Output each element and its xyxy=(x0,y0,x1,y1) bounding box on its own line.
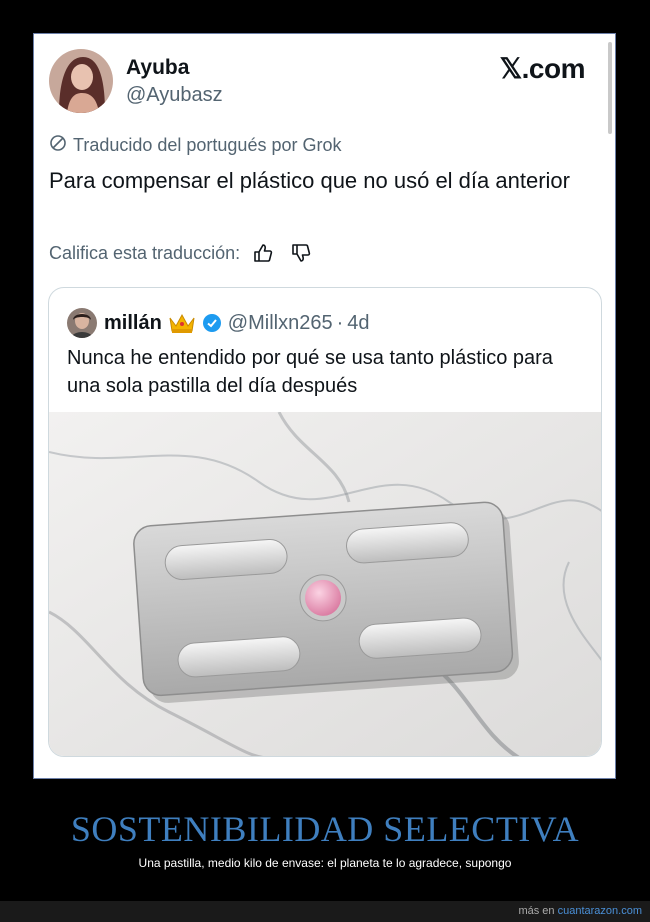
quoted-avatar[interactable] xyxy=(67,308,97,338)
x-logo: 𝕏.com xyxy=(499,53,586,84)
author-handle[interactable]: @Ayubasz xyxy=(126,84,223,107)
thumbs-down-icon[interactable] xyxy=(290,242,312,264)
footer-bar: más en cuantarazon.com xyxy=(0,901,650,922)
author-name[interactable]: Ayuba xyxy=(126,56,189,80)
rate-translation: Califica esta traducción: xyxy=(49,242,312,264)
thumbs-up-icon[interactable] xyxy=(252,242,274,264)
quoted-text: Nunca he entendido por qué se usa tanto … xyxy=(67,347,553,397)
quoted-author-name[interactable]: millán xyxy=(104,312,162,335)
caption-subtitle: Una pastilla, medio kilo de envase: el p… xyxy=(138,856,512,870)
crown-icon xyxy=(168,312,196,334)
translate-icon xyxy=(49,134,67,157)
quoted-header: millán @Millxn265 · 4d xyxy=(104,308,370,338)
footer-link[interactable]: cuantarazon.com xyxy=(558,905,642,917)
tweet-card: Ayuba @Ayubasz 𝕏.com Traducido del portu… xyxy=(33,33,616,779)
quoted-tweet[interactable]: millán @Millxn265 · 4d Nunca he entendid… xyxy=(48,287,602,757)
footer-text: más en cuantarazon.com xyxy=(518,905,642,917)
translation-label: Traducido del portugués por Grok xyxy=(73,135,342,155)
tweet-text: Para compensar el plástico que no usó el… xyxy=(49,168,570,193)
pill-blister-image[interactable] xyxy=(49,411,601,756)
separator-dot: · xyxy=(336,311,344,334)
footer-prefix: más en xyxy=(518,905,555,917)
quoted-time[interactable]: 4d xyxy=(347,312,369,335)
caption-title: SOSTENIBILIDAD SELECTIVA xyxy=(70,809,580,849)
rate-label: Califica esta traducción: xyxy=(49,242,241,263)
quoted-handle[interactable]: @Millxn265 xyxy=(228,312,333,335)
scrollbar[interactable] xyxy=(608,42,612,134)
author-avatar[interactable] xyxy=(49,49,113,113)
translation-notice: Traducido del portugués por Grok xyxy=(49,134,341,157)
verified-badge-icon xyxy=(202,313,222,333)
